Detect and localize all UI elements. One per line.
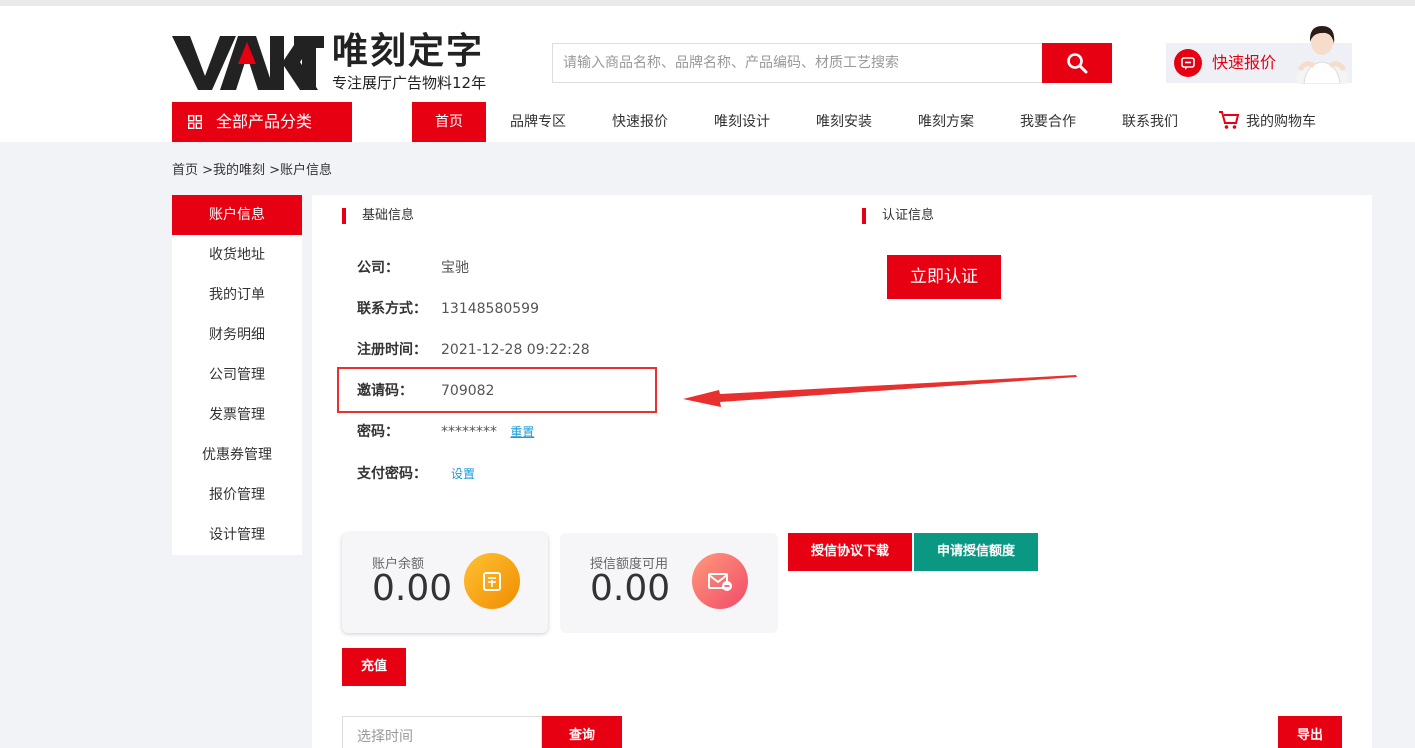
sidebar-item-coupons[interactable]: 优惠券管理 (172, 435, 302, 475)
breadcrumb: 首页 >我的唯刻 >账户信息 (172, 163, 333, 178)
password-mask: ******** (441, 424, 497, 440)
cart-icon (1219, 111, 1240, 129)
password-reset-link[interactable]: 重置 (510, 425, 534, 439)
nav-item-brands[interactable]: 品牌专区 (498, 102, 578, 142)
recharge-button[interactable]: 充值 (342, 648, 406, 686)
pay-password-label: 支付密码： (357, 466, 427, 482)
balance-card: 账户余额 0.00 (342, 533, 548, 633)
nav-item-cooperate[interactable]: 我要合作 (1008, 102, 1088, 142)
sidebar-item-address[interactable]: 收货地址 (172, 235, 302, 275)
cart-label: 我的购物车 (1246, 114, 1316, 130)
certify-now-button[interactable]: 立即认证 (887, 255, 1001, 299)
brand-name: 唯刻定字 (332, 31, 485, 72)
apply-credit-button[interactable]: 申请授信额度 (914, 533, 1038, 571)
query-button[interactable]: 查询 (542, 716, 622, 748)
credit-card: 授信额度可用 0.00 (560, 533, 778, 633)
main-nav: 全部产品分类 首页 品牌专区 快速报价 唯刻设计 唯刻安装 唯刻方案 我要合作 … (0, 102, 1415, 142)
sidebar-item-invoice[interactable]: 发票管理 (172, 395, 302, 435)
nav-item-install[interactable]: 唯刻安装 (804, 102, 884, 142)
basic-info-title: 基础信息 (342, 208, 414, 224)
sidebar-item-design[interactable]: 设计管理 (172, 515, 302, 555)
sidebar-item-finance[interactable]: 财务明细 (172, 315, 302, 355)
brand-tagline: 专注展厅广告物料12年 (332, 74, 487, 92)
password-label: 密码： (357, 424, 399, 440)
sidebar-item-quotes[interactable]: 报价管理 (172, 475, 302, 515)
search-button[interactable] (1042, 43, 1112, 83)
pay-password-value: 设置 (451, 464, 475, 484)
export-button[interactable]: 导出 (1278, 716, 1342, 748)
account-panel: 基础信息 认证信息 公司： 宝驰 联系方式： 13148580599 注册时间：… (312, 195, 1372, 748)
company-value: 宝驰 (441, 260, 469, 276)
vakt-logo-mark (172, 36, 324, 90)
credit-value: 0.00 (590, 568, 671, 609)
envelope-icon (692, 553, 748, 609)
grid-icon (188, 115, 202, 129)
register-time-label: 注册时间： (357, 342, 427, 358)
wallet-icon (464, 553, 520, 609)
sidebar: 账户信息 收货地址 我的订单 财务明细 公司管理 发票管理 优惠券管理 报价管理… (172, 195, 302, 555)
balance-value: 0.00 (372, 568, 453, 609)
nav-item-contact[interactable]: 联系我们 (1110, 102, 1190, 142)
certification-title: 认证信息 (862, 208, 934, 224)
nav-item-design[interactable]: 唯刻设计 (702, 102, 782, 142)
company-label: 公司： (357, 260, 399, 276)
date-picker-input[interactable]: 选择时间 (342, 716, 542, 748)
nav-item-solutions[interactable]: 唯刻方案 (906, 102, 986, 142)
search-icon (1067, 53, 1088, 74)
credit-agreement-download-button[interactable]: 授信协议下载 (788, 533, 912, 571)
quick-quote-label: 快速报价 (1212, 53, 1277, 72)
site-logo[interactable]: 唯刻定字 专注展厅广告物料12年 (172, 32, 502, 96)
pay-password-set-link[interactable]: 设置 (451, 467, 475, 481)
nav-item-home[interactable]: 首页 (412, 102, 486, 142)
annotation-arrow (683, 375, 1077, 407)
register-time-value: 2021-12-28 09:22:28 (441, 342, 590, 358)
nav-item-cart[interactable]: 我的购物车 (1218, 102, 1328, 142)
all-categories-label: 全部产品分类 (216, 112, 313, 131)
sidebar-item-company[interactable]: 公司管理 (172, 355, 302, 395)
all-categories-button[interactable]: 全部产品分类 (172, 102, 352, 142)
customer-service-avatar (1296, 26, 1348, 84)
chat-icon (1174, 49, 1202, 77)
search-input[interactable]: 请输入商品名称、品牌名称、产品编码、材质工艺搜索 (552, 43, 1042, 83)
sidebar-item-orders[interactable]: 我的订单 (172, 275, 302, 315)
site-header: 唯刻定字 专注展厅广告物料12年 请输入商品名称、品牌名称、产品编码、材质工艺搜… (0, 6, 1415, 142)
invite-code-highlight-box (337, 367, 657, 413)
sidebar-item-account-info[interactable]: 账户信息 (172, 195, 302, 235)
search-bar: 请输入商品名称、品牌名称、产品编码、材质工艺搜索 (552, 43, 1112, 83)
nav-item-quick-quote[interactable]: 快速报价 (600, 102, 680, 142)
contact-label: 联系方式： (357, 301, 427, 317)
password-value: ******** 重置 (441, 422, 534, 442)
contact-value: 13148580599 (441, 301, 539, 317)
